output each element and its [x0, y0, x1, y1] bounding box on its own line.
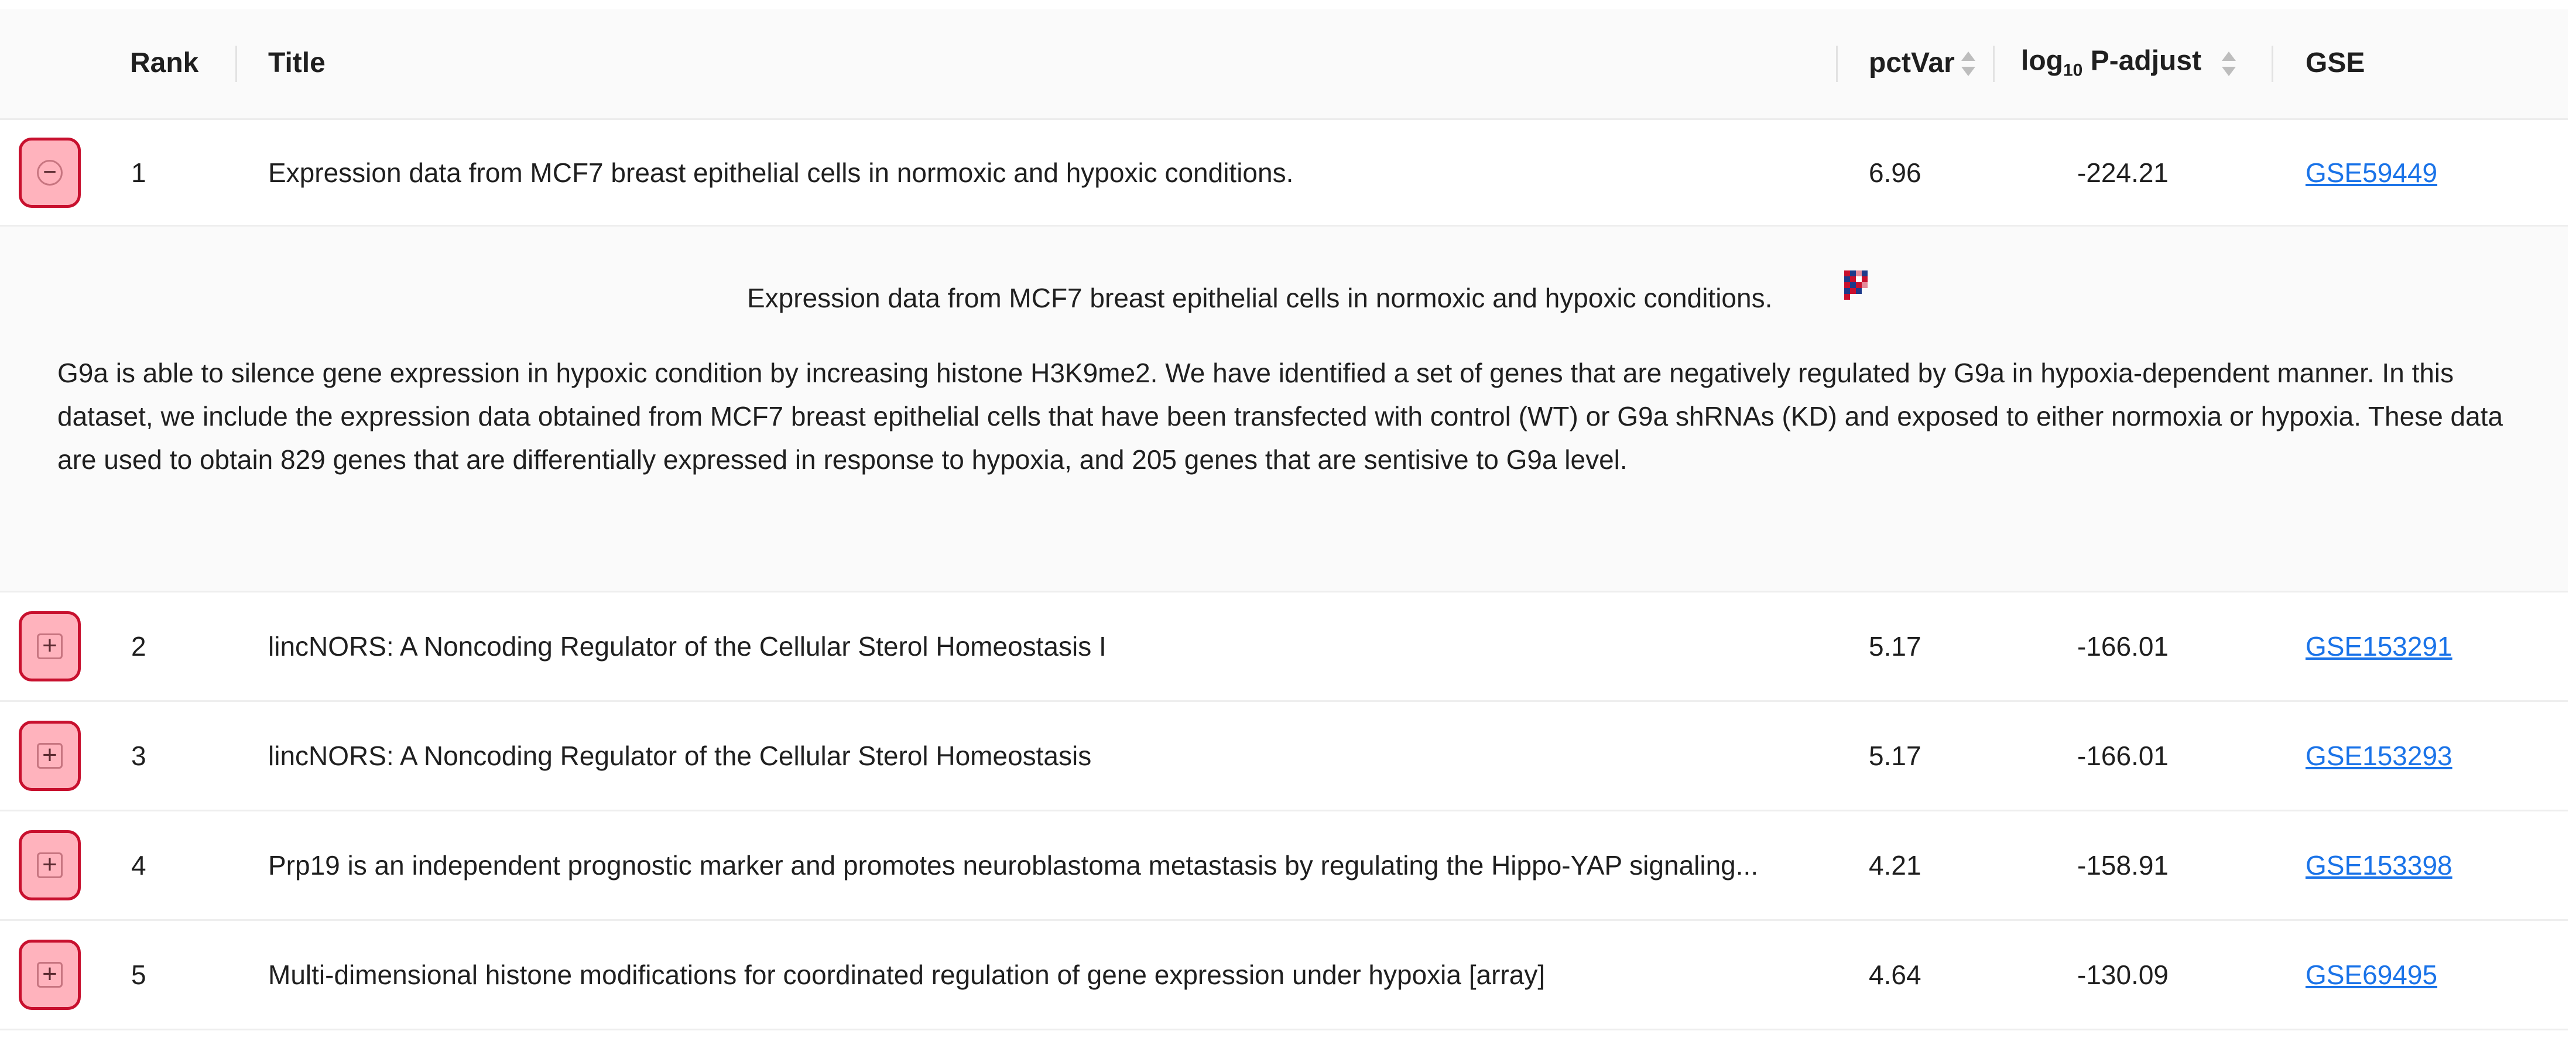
plus-icon: +	[42, 631, 57, 660]
table-row: + 5 Multi-dimensional histone modificati…	[0, 921, 2568, 1030]
plus-icon: +	[42, 850, 57, 879]
collapse-row-button[interactable]: −	[19, 137, 81, 208]
row-title: Multi-dimensional histone modifications …	[268, 960, 1546, 990]
expand-row-button[interactable]: +	[19, 830, 81, 900]
row-pctvar: 6.96	[1869, 157, 1921, 188]
row-title: lincNORS: A Noncoding Regulator of the C…	[268, 741, 1092, 771]
row-padjust: -166.01	[2077, 631, 2169, 662]
row-title: lincNORS: A Noncoding Regulator of the C…	[268, 631, 1107, 662]
row-pctvar: 4.64	[1869, 960, 1921, 990]
row-rank: 2	[131, 631, 146, 662]
expanded-title: Expression data from MCF7 breast epithel…	[747, 283, 1773, 313]
header-divider	[2272, 46, 2273, 82]
table-row: + 3 lincNORS: A Noncoding Regulator of t…	[0, 702, 2568, 811]
table-row: + 4 Prp19 is an independent prognostic m…	[0, 811, 2568, 921]
gse-link[interactable]: GSE59449	[2306, 159, 2437, 186]
gse-link[interactable]: GSE69495	[2306, 961, 2437, 988]
table-row: − 1 Expression data from MCF7 breast epi…	[0, 120, 2568, 227]
row-pctvar: 4.21	[1869, 850, 1921, 881]
gse-link[interactable]: GSE153293	[2306, 742, 2452, 769]
plus-icon: +	[42, 741, 57, 770]
row-rank: 5	[131, 960, 146, 990]
row-pctvar: 5.17	[1869, 741, 1921, 771]
gse-link[interactable]: GSE153398	[2306, 852, 2452, 879]
header-gse: GSE	[2306, 47, 2365, 78]
header-divider	[235, 46, 237, 82]
heatmap-thumbnail-icon[interactable]	[1844, 270, 1869, 300]
header-title: Title	[268, 47, 326, 78]
header-divider	[1993, 46, 1995, 82]
expand-row-button[interactable]: +	[19, 940, 81, 1010]
table-header: Rank Title pctVar log10 P-adjust GSE	[0, 9, 2568, 120]
expand-row-button[interactable]: +	[19, 611, 81, 681]
row-rank: 4	[131, 850, 146, 881]
row-title: Expression data from MCF7 breast epithel…	[268, 157, 1294, 188]
plus-icon: +	[42, 960, 57, 989]
row-padjust: -224.21	[2077, 157, 2169, 188]
expanded-description: G9a is able to silence gene expression i…	[57, 358, 2503, 475]
row-title: Prp19 is an independent prognostic marke…	[268, 850, 1759, 881]
minus-icon: −	[43, 159, 57, 185]
header-pctvar[interactable]: pctVar	[1869, 49, 1955, 77]
row-rank: 3	[131, 741, 146, 771]
row-rank: 1	[131, 157, 146, 188]
row-padjust: -130.09	[2077, 960, 2169, 990]
table-row: + 2 lincNORS: A Noncoding Regulator of t…	[0, 592, 2568, 702]
gse-link[interactable]: GSE153291	[2306, 633, 2452, 660]
row-padjust: -158.91	[2077, 850, 2169, 881]
expand-row-button[interactable]: +	[19, 721, 81, 791]
header-divider	[1836, 46, 1838, 82]
header-rank: Rank	[130, 47, 199, 78]
row-pctvar: 5.17	[1869, 631, 1921, 662]
row-padjust: -166.01	[2077, 741, 2169, 771]
padjust-sort-icon[interactable]	[2222, 52, 2236, 82]
header-padjust[interactable]: log10 P-adjust	[2021, 47, 2201, 80]
pctvar-sort-icon[interactable]	[1961, 52, 1975, 82]
